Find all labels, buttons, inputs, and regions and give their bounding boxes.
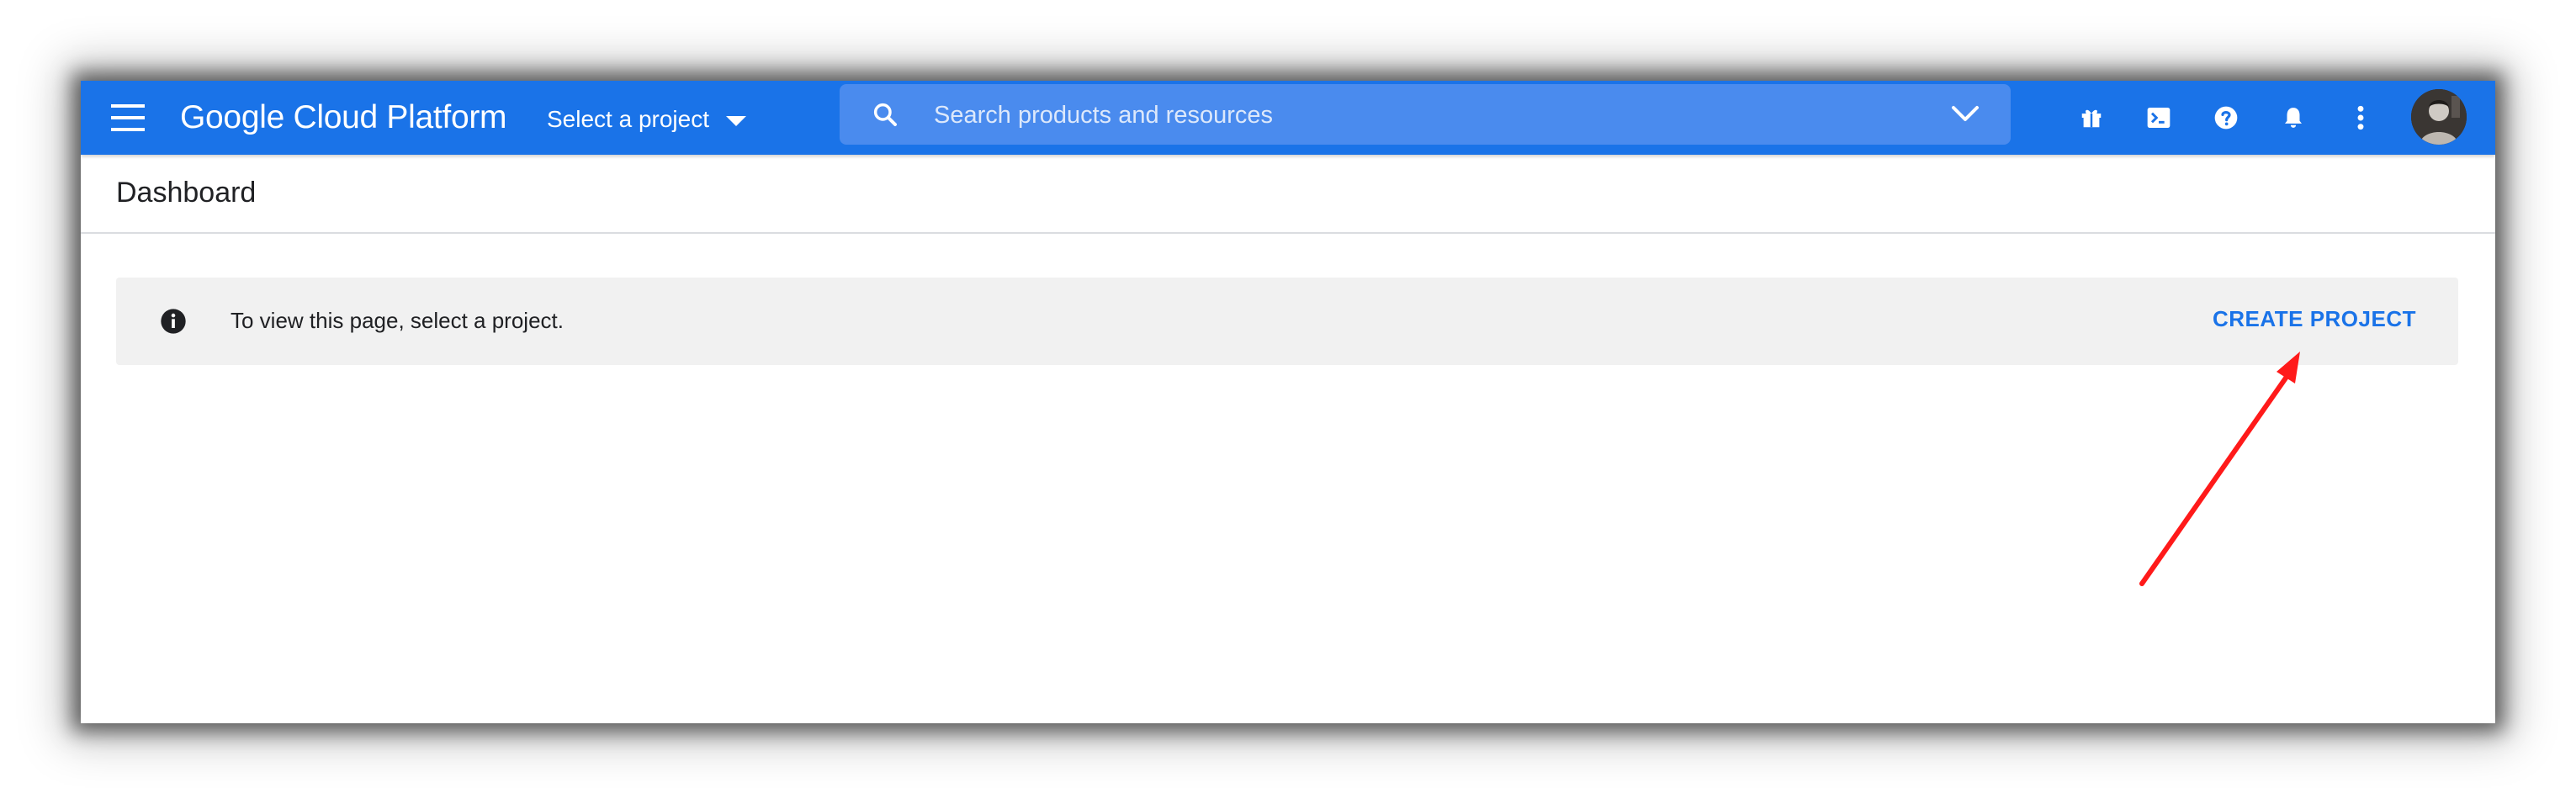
search-input[interactable] <box>932 94 1928 136</box>
terminal-icon[interactable] <box>2139 98 2179 138</box>
project-selector-label: Select a project <box>547 106 709 132</box>
page-title: Dashboard <box>116 177 257 209</box>
brand-title[interactable]: Google Cloud Platform <box>180 94 507 141</box>
avatar[interactable] <box>2411 89 2467 145</box>
create-project-button[interactable]: CREATE PROJECT <box>2213 306 2416 332</box>
app-window: Google Cloud Platform Select a project S… <box>81 81 2495 723</box>
hamburger-menu-icon[interactable] <box>111 103 145 133</box>
select-project-notice: To view this page, select a project. CRE… <box>116 278 2458 365</box>
more-vert-icon[interactable] <box>2340 98 2381 138</box>
notifications-icon[interactable] <box>2273 98 2314 138</box>
search-bar <box>840 84 2011 145</box>
info-icon <box>161 309 186 334</box>
gift-icon[interactable] <box>2071 98 2112 138</box>
caret-down-icon <box>726 116 746 126</box>
project-selector[interactable]: Select a project <box>547 96 746 143</box>
help-icon[interactable] <box>2206 98 2246 138</box>
top-app-bar: Google Cloud Platform Select a project <box>81 81 2495 155</box>
notice-message: To view this page, select a project. <box>231 308 564 333</box>
chevron-down-icon[interactable] <box>1950 103 1980 126</box>
page-header: Dashboard <box>81 155 2495 234</box>
search-icon[interactable] <box>872 101 898 128</box>
